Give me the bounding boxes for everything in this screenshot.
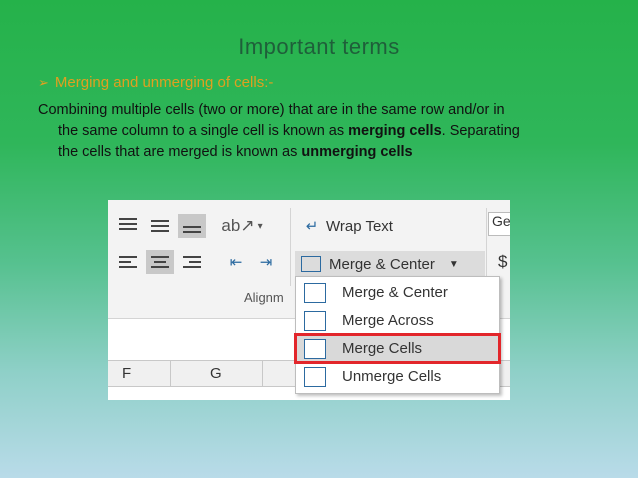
- column-divider: [170, 361, 171, 386]
- column-divider: [262, 361, 263, 386]
- para-line-2: the same column to a single cell is know…: [38, 121, 598, 142]
- ribbon-separator: [290, 208, 291, 286]
- term-unmerging-cells: unmerging cells: [301, 144, 413, 160]
- merge-across-icon: [304, 311, 326, 331]
- slide-title: Important terms: [238, 34, 400, 59]
- excel-screenshot: ab↗ ▾ ↵ Wrap Text ⇤ ⇥ Merge & Center ▼ G…: [108, 200, 510, 400]
- merge-dropdown-menu: Merge & Center Merge Across Merge Cells …: [294, 276, 501, 394]
- align-right-icon[interactable]: [178, 250, 206, 274]
- wrap-text-icon[interactable]: ↵: [298, 214, 326, 238]
- para-line-2-tail: . Separating: [441, 123, 520, 139]
- merge-center-label: Merge & Center: [329, 255, 435, 273]
- menu-item-merge-cells[interactable]: Merge Cells: [294, 333, 501, 364]
- arrow-bullet-icon: ➢: [38, 74, 49, 90]
- increase-indent-icon[interactable]: ⇥: [252, 250, 280, 274]
- middle-align-icon[interactable]: [146, 214, 174, 238]
- bullet-text: Merging and unmerging of cells:-: [54, 74, 274, 91]
- merge-center-icon: [301, 256, 321, 272]
- bullet-heading: ➢ Merging and unmerging of cells:-: [38, 74, 273, 91]
- decrease-indent-icon[interactable]: ⇤: [222, 250, 250, 274]
- para-line-3-text: the cells that are merged is known as: [58, 144, 302, 160]
- menu-item-label: Merge Cells: [342, 340, 423, 357]
- orientation-icon[interactable]: ab↗ ▾: [221, 214, 262, 238]
- term-merging-cells: merging cells: [348, 123, 442, 139]
- para-line-2-text: the same column to a single cell is know…: [58, 123, 349, 139]
- merge-center-icon: [304, 283, 326, 303]
- menu-item-label: Merge Across: [342, 312, 434, 329]
- merge-center-button[interactable]: Merge & Center ▼: [295, 251, 485, 277]
- menu-item-label: Merge & Center: [342, 284, 448, 301]
- para-line-3: the cells that are merged is known as un…: [38, 142, 598, 163]
- unmerge-cells-icon: [304, 367, 326, 387]
- menu-item-merge-center[interactable]: Merge & Center: [296, 279, 499, 306]
- bottom-align-icon[interactable]: [178, 214, 206, 238]
- definition-paragraph: Combining multiple cells (two or more) t…: [38, 100, 598, 163]
- column-header-f[interactable]: F: [122, 365, 131, 382]
- menu-item-label: Unmerge Cells: [342, 368, 442, 385]
- align-left-icon[interactable]: [114, 250, 142, 274]
- align-center-icon[interactable]: [146, 250, 174, 274]
- menu-item-unmerge-cells[interactable]: Unmerge Cells: [296, 363, 499, 390]
- top-align-icon[interactable]: [114, 212, 142, 236]
- para-line-1: Combining multiple cells (two or more) t…: [38, 102, 505, 118]
- currency-button[interactable]: $: [498, 252, 507, 272]
- column-header-g[interactable]: G: [210, 365, 222, 382]
- chevron-down-icon[interactable]: ▼: [449, 259, 459, 270]
- wrap-text-label[interactable]: Wrap Text: [326, 218, 393, 235]
- ribbon-separator: [486, 208, 487, 286]
- menu-item-merge-across[interactable]: Merge Across: [296, 307, 499, 334]
- number-format-value: Ge: [492, 213, 510, 229]
- group-label: Alignm: [244, 290, 284, 305]
- merge-cells-icon: [304, 339, 326, 359]
- number-format-box[interactable]: Ge: [488, 212, 510, 236]
